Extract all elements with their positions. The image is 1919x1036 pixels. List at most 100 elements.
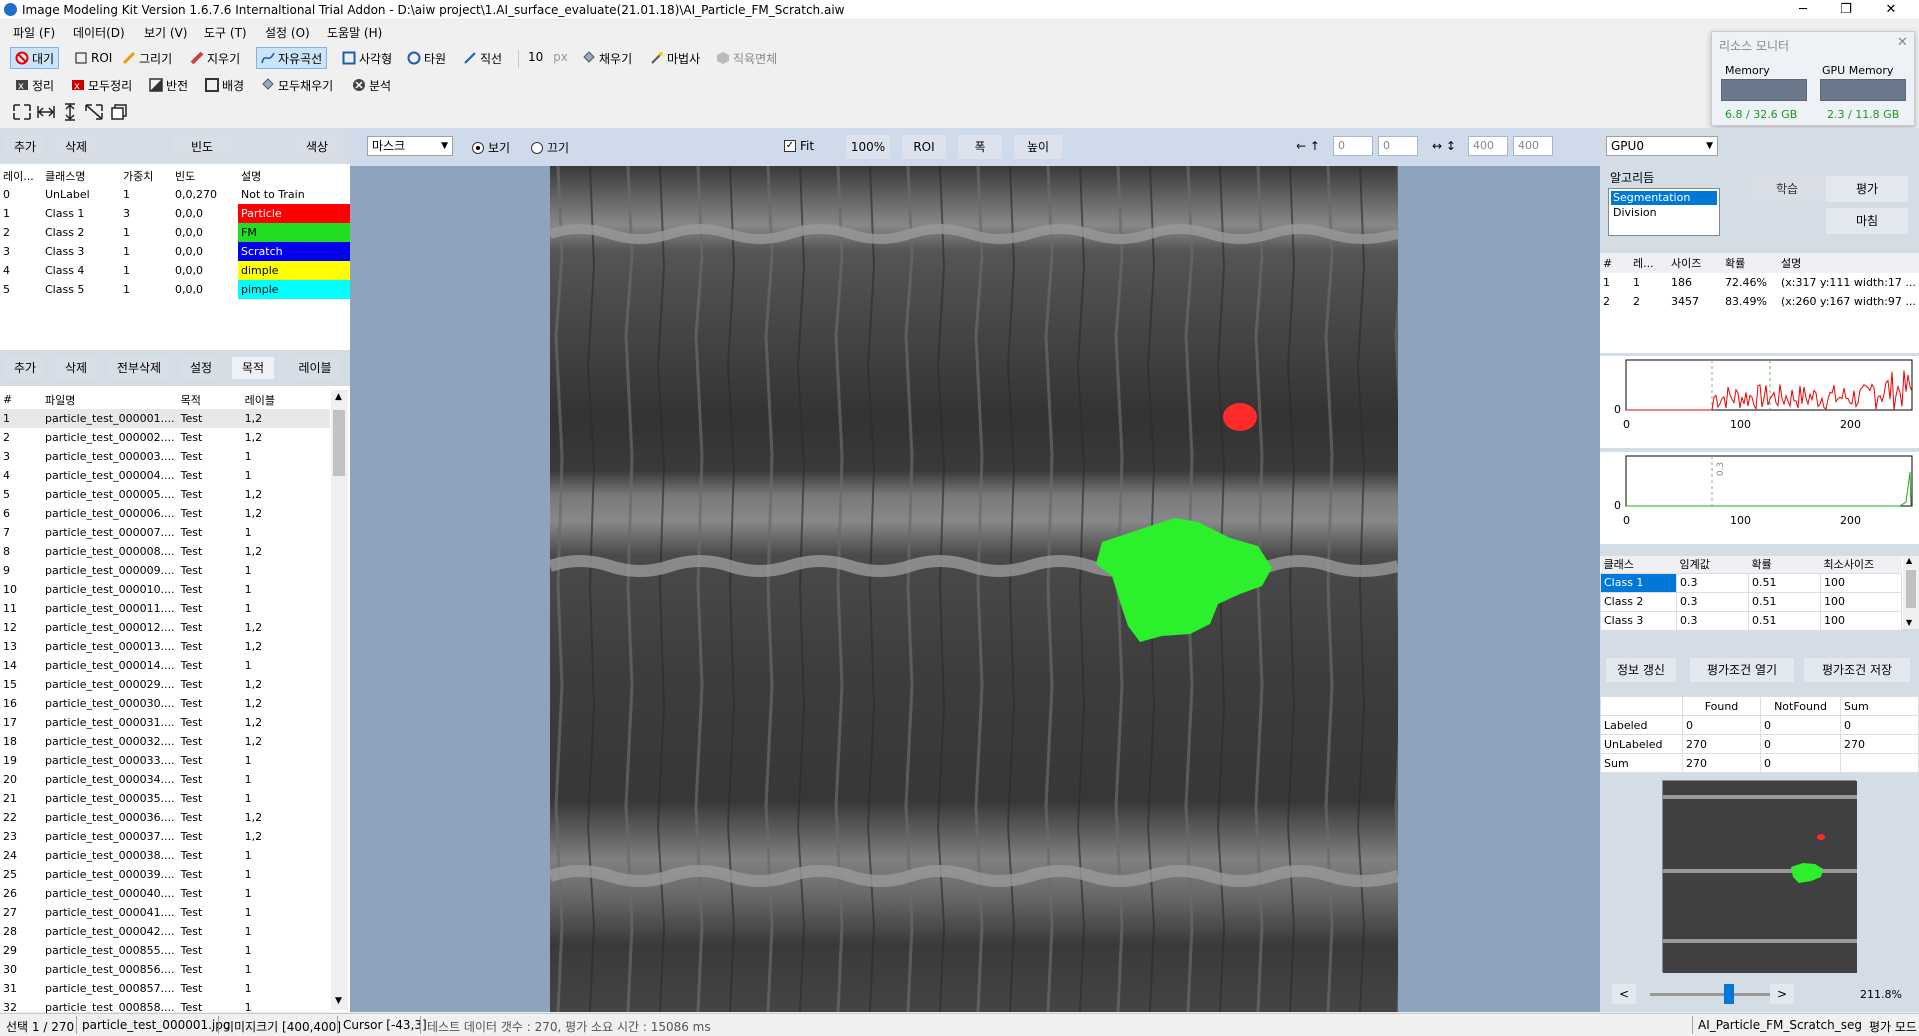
file-delete-button[interactable]: 삭제 xyxy=(55,357,97,379)
rect-button[interactable]: 사각형 xyxy=(337,47,397,69)
gpu-select[interactable]: GPU0 ▼ xyxy=(1606,136,1718,156)
scroll-thumb[interactable] xyxy=(333,410,345,476)
file-row[interactable]: 24 particle_test_000038.... Test 1 xyxy=(0,846,330,865)
file-row[interactable]: 16 particle_test_000030.... Test 1,2 xyxy=(0,694,330,713)
threshold-scroll-thumb[interactable] xyxy=(1906,570,1916,608)
class-row[interactable]: 3 Class 3 1 0,0,0 Scratch xyxy=(0,242,350,261)
background-button[interactable]: 배경 xyxy=(200,74,249,96)
file-row[interactable]: 2 particle_test_000002.... Test 1,2 xyxy=(0,428,330,447)
nav-prev-button[interactable]: < xyxy=(1612,984,1636,1004)
file-row[interactable]: 26 particle_test_000040.... Test 1 xyxy=(0,884,330,903)
zoom-100-button[interactable]: 100% xyxy=(846,135,890,159)
file-purpose-button[interactable]: 목적 xyxy=(232,357,274,379)
threshold-cell[interactable]: 0.3 xyxy=(1676,572,1749,593)
menu-settings[interactable]: 설정 (O) xyxy=(265,24,310,41)
result-row[interactable]: 1 1 186 72.46% (x:317 y:111 width:17 ... xyxy=(1600,273,1919,292)
file-settings-button[interactable]: 설정 xyxy=(180,357,222,379)
file-row[interactable]: 4 particle_test_000004.... Test 1 xyxy=(0,466,330,485)
scroll-down-icon[interactable]: ▼ xyxy=(1906,618,1912,627)
file-row[interactable]: 30 particle_test_000856.... Test 1 xyxy=(0,960,330,979)
roi-view-button[interactable]: ROI xyxy=(902,135,946,159)
minimize-button[interactable]: ─ xyxy=(1783,0,1823,20)
nav-next-button[interactable]: > xyxy=(1770,984,1794,1004)
invert-button[interactable]: 반전 xyxy=(144,74,193,96)
file-row[interactable]: 3 particle_test_000003.... Test 1 xyxy=(0,447,330,466)
algorithm-list[interactable]: Segmentation Division xyxy=(1608,188,1720,236)
class-color-button[interactable]: 색상 xyxy=(296,136,338,158)
pos-x-input[interactable]: 0 xyxy=(1333,136,1373,156)
fit-checkbox[interactable]: ✓ Fit xyxy=(784,139,814,153)
threshold-cell[interactable]: 100 xyxy=(1820,572,1902,593)
file-delete-all-button[interactable]: 전부삭제 xyxy=(108,357,170,379)
file-row[interactable]: 15 particle_test_000029.... Test 1,2 xyxy=(0,675,330,694)
maximize-button[interactable]: ❐ xyxy=(1826,0,1866,20)
file-row[interactable]: 6 particle_test_000006.... Test 1,2 xyxy=(0,504,330,523)
zoom-slider-track[interactable] xyxy=(1650,993,1782,996)
wait-button[interactable]: 대기 xyxy=(10,47,60,69)
menu-view[interactable]: 보기 (V) xyxy=(144,24,187,41)
file-row[interactable]: 17 particle_test_000031.... Test 1,2 xyxy=(0,713,330,732)
threshold-cell[interactable]: 0.51 xyxy=(1748,610,1821,631)
file-row[interactable]: 8 particle_test_000008.... Test 1,2 xyxy=(0,542,330,561)
scroll-up-icon[interactable]: ▲ xyxy=(335,392,342,402)
ellipse-button[interactable]: 타원 xyxy=(402,47,451,69)
zoom-slider-thumb[interactable] xyxy=(1724,984,1735,1004)
file-row[interactable]: 21 particle_test_000035.... Test 1 xyxy=(0,789,330,808)
width-button[interactable]: 폭 xyxy=(958,135,1002,159)
file-row[interactable]: 22 particle_test_000036.... Test 1,2 xyxy=(0,808,330,827)
scroll-down-icon[interactable]: ▼ xyxy=(335,996,342,1006)
class-row[interactable]: 4 Class 4 1 0,0,0 dimple xyxy=(0,261,350,280)
resource-close-icon[interactable]: ✕ xyxy=(1897,35,1908,50)
file-row[interactable]: 7 particle_test_000007.... Test 1 xyxy=(0,523,330,542)
hide-radio[interactable]: 끄기 xyxy=(531,139,569,156)
class-delete-button[interactable]: 삭제 xyxy=(55,136,97,158)
height-button[interactable]: 높이 xyxy=(1014,135,1062,159)
class-row[interactable]: 1 Class 1 3 0,0,0 Particle xyxy=(0,204,350,223)
class-freq-button[interactable]: 빈도 xyxy=(172,136,232,158)
train-button[interactable]: 학습 xyxy=(1746,176,1828,202)
class-row[interactable]: 5 Class 5 1 0,0,0 pimple xyxy=(0,280,350,299)
threshold-row[interactable]: Class 1 0.3 0.51 100 xyxy=(1600,572,1902,593)
threshold-cell[interactable]: 100 xyxy=(1820,591,1902,612)
class-row[interactable]: 2 Class 2 1 0,0,0 FM xyxy=(0,223,350,242)
expand-icon[interactable] xyxy=(12,103,32,121)
open-condition-button[interactable]: 평가조건 열기 xyxy=(1690,658,1794,682)
file-row[interactable]: 18 particle_test_000032.... Test 1,2 xyxy=(0,732,330,751)
file-row[interactable]: 31 particle_test_000857.... Test 1 xyxy=(0,979,330,998)
file-row[interactable]: 25 particle_test_000039.... Test 1 xyxy=(0,865,330,884)
file-scrollbar[interactable]: ▲ ▼ xyxy=(331,390,348,1010)
file-row[interactable]: 11 particle_test_000011.... Test 1 xyxy=(0,599,330,618)
menu-data[interactable]: 데이터(D) xyxy=(73,24,125,41)
refresh-info-button[interactable]: 정보 갱신 xyxy=(1606,658,1676,682)
fit-diagonal-icon[interactable] xyxy=(84,103,104,121)
erase-button[interactable]: 지우기 xyxy=(185,47,245,69)
menu-tools[interactable]: 도구 (T) xyxy=(204,24,247,41)
clean-button[interactable]: x 정리 xyxy=(10,74,59,96)
file-add-button[interactable]: 추가 xyxy=(5,357,45,379)
threshold-row[interactable]: Class 3 0.3 0.51 100 xyxy=(1600,610,1902,631)
fit-height-icon[interactable] xyxy=(62,103,78,121)
threshold-cell[interactable]: 0.51 xyxy=(1748,572,1821,593)
draw-button[interactable]: 그리기 xyxy=(117,47,177,69)
file-label-button[interactable]: 레이블 xyxy=(290,357,340,379)
fill-all-button[interactable]: 모두채우기 xyxy=(256,74,338,96)
save-condition-button[interactable]: 평가조건 저장 xyxy=(1804,658,1910,682)
threshold-cell[interactable]: 0.3 xyxy=(1676,610,1749,631)
pos-y-input[interactable]: 0 xyxy=(1378,136,1418,156)
class-row[interactable]: 0 UnLabel 1 0,0,270 Not to Train xyxy=(0,185,350,204)
fit-width-icon[interactable] xyxy=(36,103,56,121)
file-row[interactable]: 29 particle_test_000855.... Test 1 xyxy=(0,941,330,960)
size-h-input[interactable]: 400 xyxy=(1513,136,1553,156)
window-icon[interactable] xyxy=(110,103,128,121)
result-row[interactable]: 2 2 3457 83.49% (x:260 y:167 width:97 ... xyxy=(1600,292,1919,311)
file-row[interactable]: 20 particle_test_000034.... Test 1 xyxy=(0,770,330,789)
class-add-button[interactable]: 추가 xyxy=(5,136,45,158)
finish-button[interactable]: 마침 xyxy=(1826,208,1908,234)
size-w-input[interactable]: 400 xyxy=(1468,136,1508,156)
threshold-row[interactable]: Class 2 0.3 0.51 100 xyxy=(1600,591,1902,612)
threshold-scrollbar[interactable]: ▲ ▼ xyxy=(1903,556,1919,629)
fill-button[interactable]: 채우기 xyxy=(577,47,637,69)
file-row[interactable]: 1 particle_test_000001.... Test 1,2 xyxy=(0,409,330,428)
close-button[interactable]: ✕ xyxy=(1871,0,1911,20)
pen-width-field[interactable]: 10 px xyxy=(528,50,572,68)
